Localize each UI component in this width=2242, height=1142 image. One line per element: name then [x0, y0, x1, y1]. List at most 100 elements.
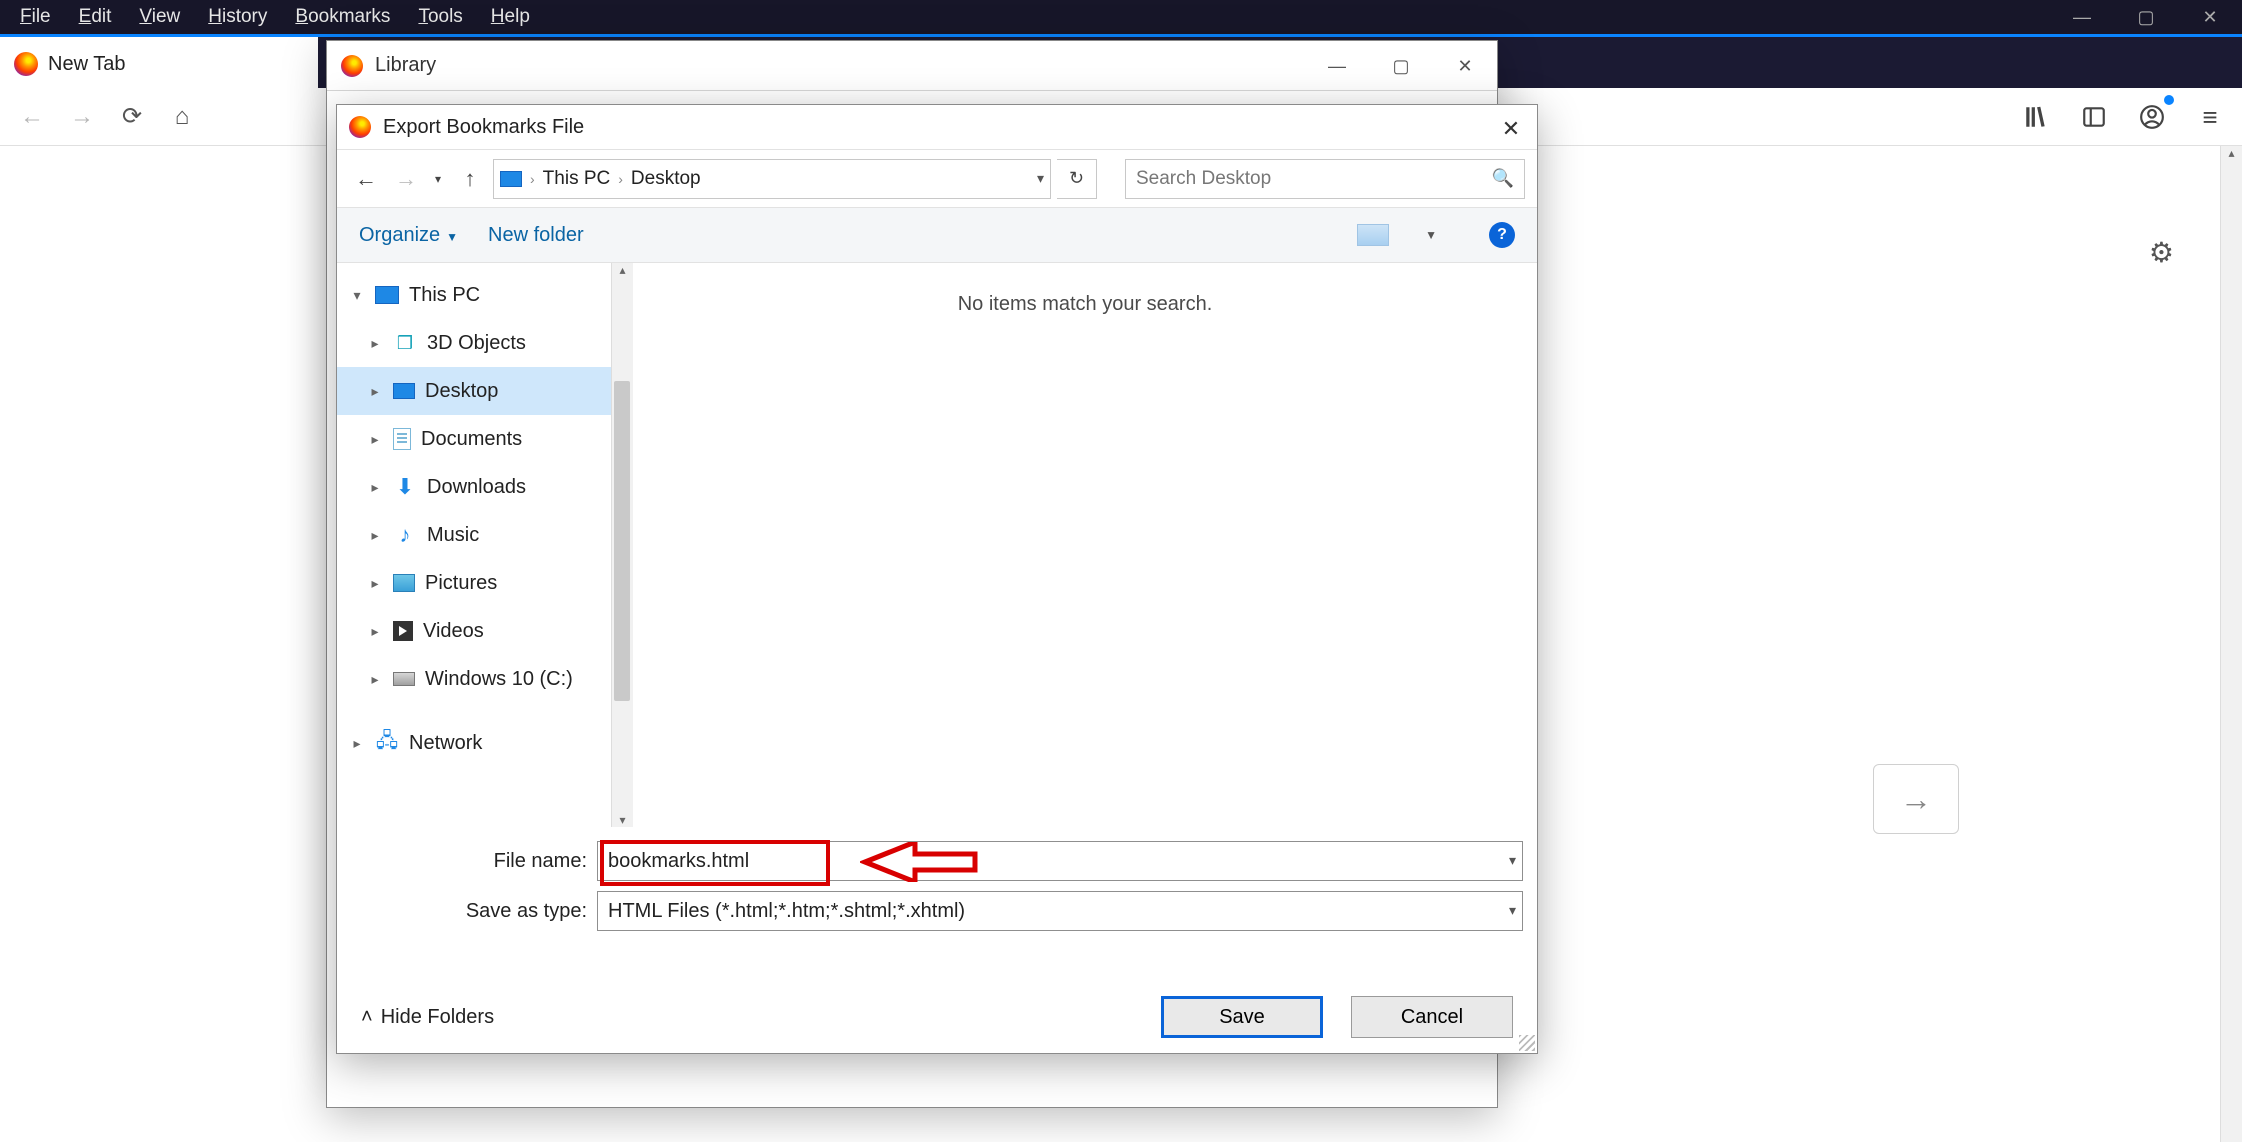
- tree-documents[interactable]: ▸ Documents: [337, 415, 633, 463]
- view-mode-dropdown-icon[interactable]: ▼: [1425, 228, 1437, 242]
- drive-icon: [393, 672, 415, 686]
- save-type-value: HTML Files (*.html;*.htm;*.shtml;*.xhtml…: [608, 900, 965, 923]
- nav-back-button[interactable]: ←: [349, 162, 383, 196]
- tree-label: Videos: [423, 620, 484, 643]
- reload-button[interactable]: ⟳: [110, 95, 154, 139]
- desktop-icon: [393, 383, 415, 399]
- organize-dropdown[interactable]: Organize▼: [359, 224, 458, 247]
- expand-icon[interactable]: ▸: [367, 623, 383, 640]
- firefox-icon: [349, 116, 371, 138]
- export-close-button[interactable]: ✕: [1495, 113, 1527, 145]
- home-button[interactable]: ⌂: [160, 95, 204, 139]
- menu-help[interactable]: Help: [477, 0, 544, 34]
- downloads-icon: ⬇: [393, 477, 417, 497]
- firefox-right-icons: ≡: [2016, 88, 2230, 146]
- tree-label: This PC: [409, 284, 480, 307]
- tree-label: Downloads: [427, 476, 526, 499]
- new-folder-button[interactable]: New folder: [488, 224, 584, 247]
- library-close-button[interactable]: ✕: [1433, 41, 1497, 91]
- minimize-button[interactable]: —: [2050, 0, 2114, 34]
- search-input[interactable]: Search Desktop 🔍: [1125, 159, 1525, 199]
- expand-icon[interactable]: ▸: [367, 527, 383, 544]
- tree-label: Windows 10 (C:): [425, 668, 573, 691]
- breadcrumb-dropdown-icon[interactable]: ▾: [1037, 170, 1044, 187]
- library-window-controls: — ▢ ✕: [1305, 41, 1497, 91]
- library-icon[interactable]: [2016, 97, 2056, 137]
- refresh-button[interactable]: ↻: [1057, 159, 1097, 199]
- empty-message: No items match your search.: [958, 293, 1213, 316]
- tree-network[interactable]: ▸ 🖧 Network: [337, 719, 633, 767]
- nav-forward-button[interactable]: →: [389, 162, 423, 196]
- menu-edit[interactable]: Edit: [65, 0, 126, 34]
- menu-history[interactable]: History: [194, 0, 281, 34]
- maximize-button[interactable]: ▢: [2114, 0, 2178, 34]
- forward-button[interactable]: →: [60, 95, 104, 139]
- export-toolbar: Organize▼ New folder ▼ ?: [337, 207, 1537, 263]
- tree-videos[interactable]: ▸ Videos: [337, 607, 633, 655]
- menu-file[interactable]: File: [6, 0, 65, 34]
- library-maximize-button[interactable]: ▢: [1369, 41, 1433, 91]
- tree-3d-objects[interactable]: ▸ ❒ 3D Objects: [337, 319, 633, 367]
- tree-this-pc[interactable]: ▾ This PC: [337, 271, 633, 319]
- firefox-window-controls: — ▢ ✕: [2050, 0, 2242, 34]
- videos-icon: [393, 621, 413, 641]
- view-mode-button[interactable]: [1357, 224, 1389, 246]
- expand-icon[interactable]: ▸: [349, 735, 365, 752]
- tree-c-drive[interactable]: ▸ Windows 10 (C:): [337, 655, 633, 703]
- cancel-button[interactable]: Cancel: [1351, 996, 1513, 1038]
- save-type-select[interactable]: HTML Files (*.html;*.htm;*.shtml;*.xhtml…: [597, 891, 1523, 931]
- expand-icon[interactable]: ▸: [367, 479, 383, 496]
- hamburger-menu-icon[interactable]: ≡: [2190, 97, 2230, 137]
- menu-tools[interactable]: Tools: [404, 0, 476, 34]
- close-button[interactable]: ✕: [2178, 0, 2242, 34]
- firefox-icon: [14, 52, 38, 76]
- dropdown-icon[interactable]: ▾: [1509, 852, 1516, 869]
- expand-icon[interactable]: ▸: [367, 383, 383, 400]
- tree-downloads[interactable]: ▸ ⬇ Downloads: [337, 463, 633, 511]
- export-title: Export Bookmarks File: [383, 116, 584, 139]
- dropdown-icon[interactable]: ▾: [1509, 902, 1516, 919]
- sidebar-icon[interactable]: [2074, 97, 2114, 137]
- expand-icon[interactable]: ▸: [367, 575, 383, 592]
- gear-icon[interactable]: ⚙: [2149, 236, 2174, 269]
- tree-label: 3D Objects: [427, 332, 526, 355]
- breadcrumb-this-pc[interactable]: This PC: [543, 168, 611, 190]
- tree-scrollbar[interactable]: [611, 263, 633, 827]
- firefox-scrollbar[interactable]: [2220, 146, 2242, 1142]
- chevron-up-icon: ˄: [361, 1006, 373, 1029]
- browser-tab[interactable]: New Tab: [0, 37, 318, 91]
- pictures-icon: [393, 574, 415, 592]
- expand-icon[interactable]: ▸: [367, 335, 383, 352]
- menu-view[interactable]: View: [125, 0, 194, 34]
- library-minimize-button[interactable]: —: [1305, 41, 1369, 91]
- expand-icon[interactable]: ▸: [367, 431, 383, 448]
- search-icon: 🔍: [1492, 168, 1514, 189]
- hide-folders-button[interactable]: ˄ Hide Folders: [361, 1006, 494, 1029]
- tree-label: Pictures: [425, 572, 497, 595]
- help-button[interactable]: ?: [1489, 222, 1515, 248]
- music-icon: ♪: [393, 525, 417, 545]
- file-name-label: File name:: [417, 850, 597, 873]
- tree-desktop[interactable]: ▸ Desktop: [337, 367, 633, 415]
- nav-up-button[interactable]: ↑: [453, 162, 487, 196]
- export-nav-row: ← → ▾ ↑ › This PC › Desktop ▾ ↻ Search D…: [337, 149, 1537, 207]
- tree-label: Network: [409, 732, 482, 755]
- account-icon[interactable]: [2132, 97, 2172, 137]
- tree-music[interactable]: ▸ ♪ Music: [337, 511, 633, 559]
- save-button[interactable]: Save: [1161, 996, 1323, 1038]
- nav-recent-dropdown[interactable]: ▾: [429, 162, 447, 196]
- firefox-icon: [341, 55, 363, 77]
- resize-grip[interactable]: [1519, 1035, 1535, 1051]
- expand-icon[interactable]: ▾: [349, 287, 365, 304]
- expand-icon[interactable]: ▸: [367, 671, 383, 688]
- menu-bookmarks[interactable]: Bookmarks: [281, 0, 404, 34]
- back-button[interactable]: ←: [10, 95, 54, 139]
- file-name-input[interactable]: bookmarks.html ▾: [597, 841, 1523, 881]
- export-dialog: Export Bookmarks File ✕ ← → ▾ ↑ › This P…: [336, 104, 1538, 1054]
- breadcrumb-desktop[interactable]: Desktop: [631, 168, 701, 190]
- breadcrumb-bar[interactable]: › This PC › Desktop ▾: [493, 159, 1051, 199]
- export-body: ▾ This PC ▸ ❒ 3D Objects ▸ Desktop ▸ Doc…: [337, 263, 1537, 827]
- forward-action-button[interactable]: →: [1873, 764, 1959, 834]
- tree-pictures[interactable]: ▸ Pictures: [337, 559, 633, 607]
- file-name-value: bookmarks.html: [608, 850, 749, 873]
